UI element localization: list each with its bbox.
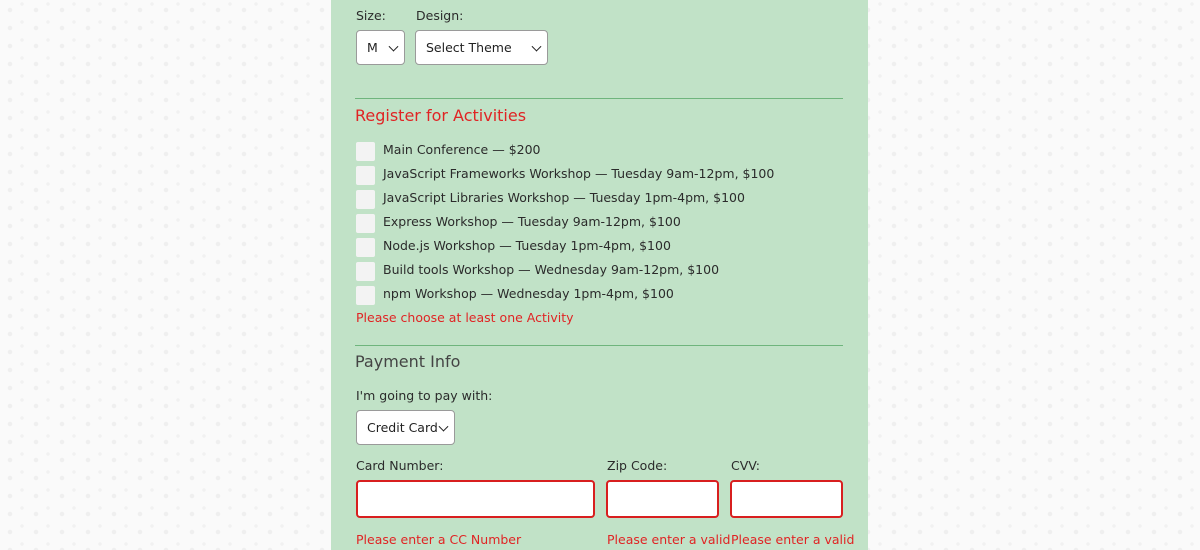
activities-error: Please choose at least one Activity (356, 310, 574, 325)
chevron-down-icon (388, 41, 399, 52)
activity-checkbox-main-conference[interactable] (356, 142, 375, 161)
cvv-error: Please enter a valid (731, 532, 855, 547)
activity-checkbox-build-tools[interactable] (356, 262, 375, 281)
activity-checkbox-nodejs[interactable] (356, 238, 375, 257)
cvv-label: CVV: (731, 458, 761, 473)
payment-title: Payment Info (355, 352, 461, 371)
zip-code-error: Please enter a valid (607, 532, 731, 547)
card-number-error: Please enter a CC Number (356, 532, 522, 547)
payment-divider (355, 345, 843, 346)
activity-label: JavaScript Libraries Workshop — Tuesday … (383, 190, 745, 205)
activity-checkbox-js-frameworks[interactable] (356, 166, 375, 185)
pay-method-label: I'm going to pay with: (356, 388, 493, 403)
activity-label: Build tools Workshop — Wednesday 9am-12p… (383, 262, 720, 277)
chevron-down-icon (438, 421, 449, 432)
design-select[interactable]: Select Theme (415, 30, 548, 65)
zip-code-input[interactable] (606, 480, 719, 518)
cvv-input[interactable] (730, 480, 843, 518)
activities-title: Register for Activities (355, 106, 527, 125)
card-number-label: Card Number: (356, 458, 444, 473)
chevron-down-icon (531, 41, 542, 52)
design-select-value: Select Theme (426, 40, 512, 55)
activity-label: Node.js Workshop — Tuesday 1pm-4pm, $100 (383, 238, 671, 253)
activities-divider (355, 98, 843, 99)
activity-checkbox-npm[interactable] (356, 286, 375, 305)
zip-code-label: Zip Code: (607, 458, 668, 473)
activity-label: npm Workshop — Wednesday 1pm-4pm, $100 (383, 286, 674, 301)
activity-label: Express Workshop — Tuesday 9am-12pm, $10… (383, 214, 681, 229)
size-select-value: M (367, 40, 378, 55)
design-label: Design: (416, 8, 464, 23)
size-label: Size: (356, 8, 386, 23)
size-select[interactable]: M (356, 30, 405, 65)
activity-checkbox-express[interactable] (356, 214, 375, 233)
payment-method-select[interactable]: Credit Card (356, 410, 455, 445)
activity-label: JavaScript Frameworks Workshop — Tuesday… (383, 166, 775, 181)
activity-checkbox-js-libraries[interactable] (356, 190, 375, 209)
card-number-input[interactable] (356, 480, 595, 518)
activity-label: Main Conference — $200 (383, 142, 541, 157)
payment-method-value: Credit Card (367, 420, 438, 435)
